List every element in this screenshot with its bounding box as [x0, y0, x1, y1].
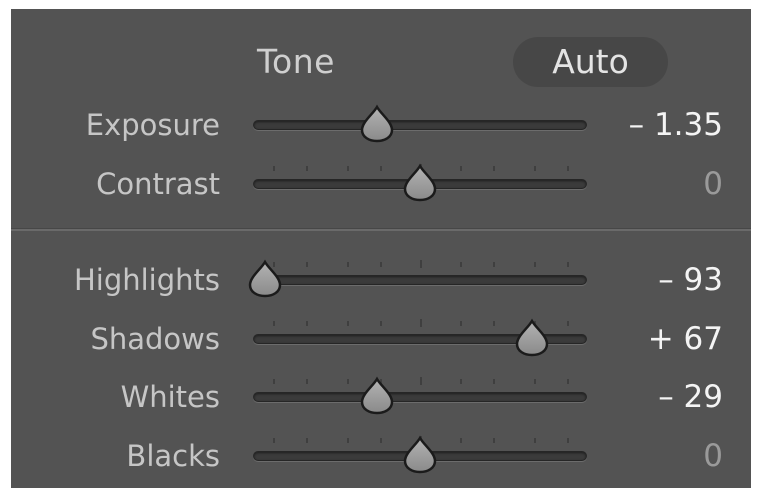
tick-mark [460, 166, 463, 171]
blacks-label: Blacks [126, 439, 220, 473]
tick-mark [566, 166, 569, 171]
tick-mark [306, 321, 309, 326]
tick-mark [346, 438, 349, 443]
tick-mark [306, 379, 309, 384]
tick-mark [379, 262, 382, 267]
teardrop-thumb-icon[interactable] [359, 104, 395, 144]
tick-mark [493, 321, 496, 326]
tick-mark [493, 166, 496, 171]
tick-mark [379, 166, 382, 171]
tick-mark [533, 262, 536, 267]
tone-title: Tone [257, 42, 335, 81]
teardrop-thumb-icon[interactable] [359, 376, 395, 416]
tick-mark [566, 438, 569, 443]
auto-button[interactable]: Auto [513, 37, 668, 87]
tick-mark [420, 319, 422, 327]
tick-mark [460, 321, 463, 326]
shadows-label: Shadows [90, 322, 220, 356]
whites-slider-row: Whites – 29 [11, 372, 751, 422]
teardrop-thumb-icon[interactable] [402, 435, 438, 475]
tick-mark [493, 379, 496, 384]
highlights-slider-track[interactable] [253, 275, 587, 285]
tick-mark [533, 166, 536, 171]
highlights-slider-row: Highlights – 93 [11, 255, 751, 305]
tick-mark [306, 262, 309, 267]
tick-mark [566, 321, 569, 326]
tick-mark [273, 438, 276, 443]
tick-mark [493, 262, 496, 267]
shadows-slider-row: Shadows + 67 [11, 314, 751, 364]
tick-mark [420, 260, 422, 268]
tick-mark [460, 262, 463, 267]
exposure-slider-row: Exposure – 1.35 [11, 100, 751, 150]
exposure-value[interactable]: – 1.35 [629, 100, 723, 150]
tick-mark [493, 438, 496, 443]
tick-mark [346, 379, 349, 384]
tick-mark [566, 379, 569, 384]
tick-mark [460, 379, 463, 384]
tick-mark [306, 438, 309, 443]
tick-mark [460, 438, 463, 443]
whites-label: Whites [120, 380, 220, 414]
highlights-tick-marks [253, 260, 587, 272]
teardrop-thumb-icon[interactable] [402, 163, 438, 203]
whites-tick-marks [253, 377, 587, 389]
blacks-slider-row: Blacks 0 [11, 431, 751, 481]
highlights-label: Highlights [73, 263, 220, 297]
tick-mark [273, 166, 276, 171]
tick-mark [346, 166, 349, 171]
tick-mark [533, 379, 536, 384]
shadows-value[interactable]: + 67 [648, 314, 723, 364]
whites-value[interactable]: – 29 [658, 372, 723, 422]
tick-mark [346, 321, 349, 326]
teardrop-thumb-icon[interactable] [247, 259, 283, 299]
whites-slider-track[interactable] [253, 392, 587, 402]
blacks-value[interactable]: 0 [703, 431, 723, 481]
contrast-slider-row: Contrast 0 [11, 159, 751, 209]
highlights-value[interactable]: – 93 [658, 255, 723, 305]
exposure-label: Exposure [85, 108, 220, 142]
exposure-slider-track[interactable] [253, 120, 587, 130]
tick-mark [346, 262, 349, 267]
tick-mark [273, 321, 276, 326]
basic-panel-tone-section: Tone Auto Exposure – 1.35 Contrast 0 Highli… [11, 9, 751, 488]
teardrop-thumb-icon[interactable] [514, 318, 550, 358]
tick-mark [273, 379, 276, 384]
section-divider [11, 229, 751, 231]
tick-mark [566, 262, 569, 267]
tick-mark [306, 166, 309, 171]
tick-mark [379, 438, 382, 443]
contrast-label: Contrast [96, 167, 220, 201]
tick-mark [533, 438, 536, 443]
contrast-value[interactable]: 0 [703, 159, 723, 209]
tick-mark [420, 377, 422, 385]
tick-mark [379, 321, 382, 326]
